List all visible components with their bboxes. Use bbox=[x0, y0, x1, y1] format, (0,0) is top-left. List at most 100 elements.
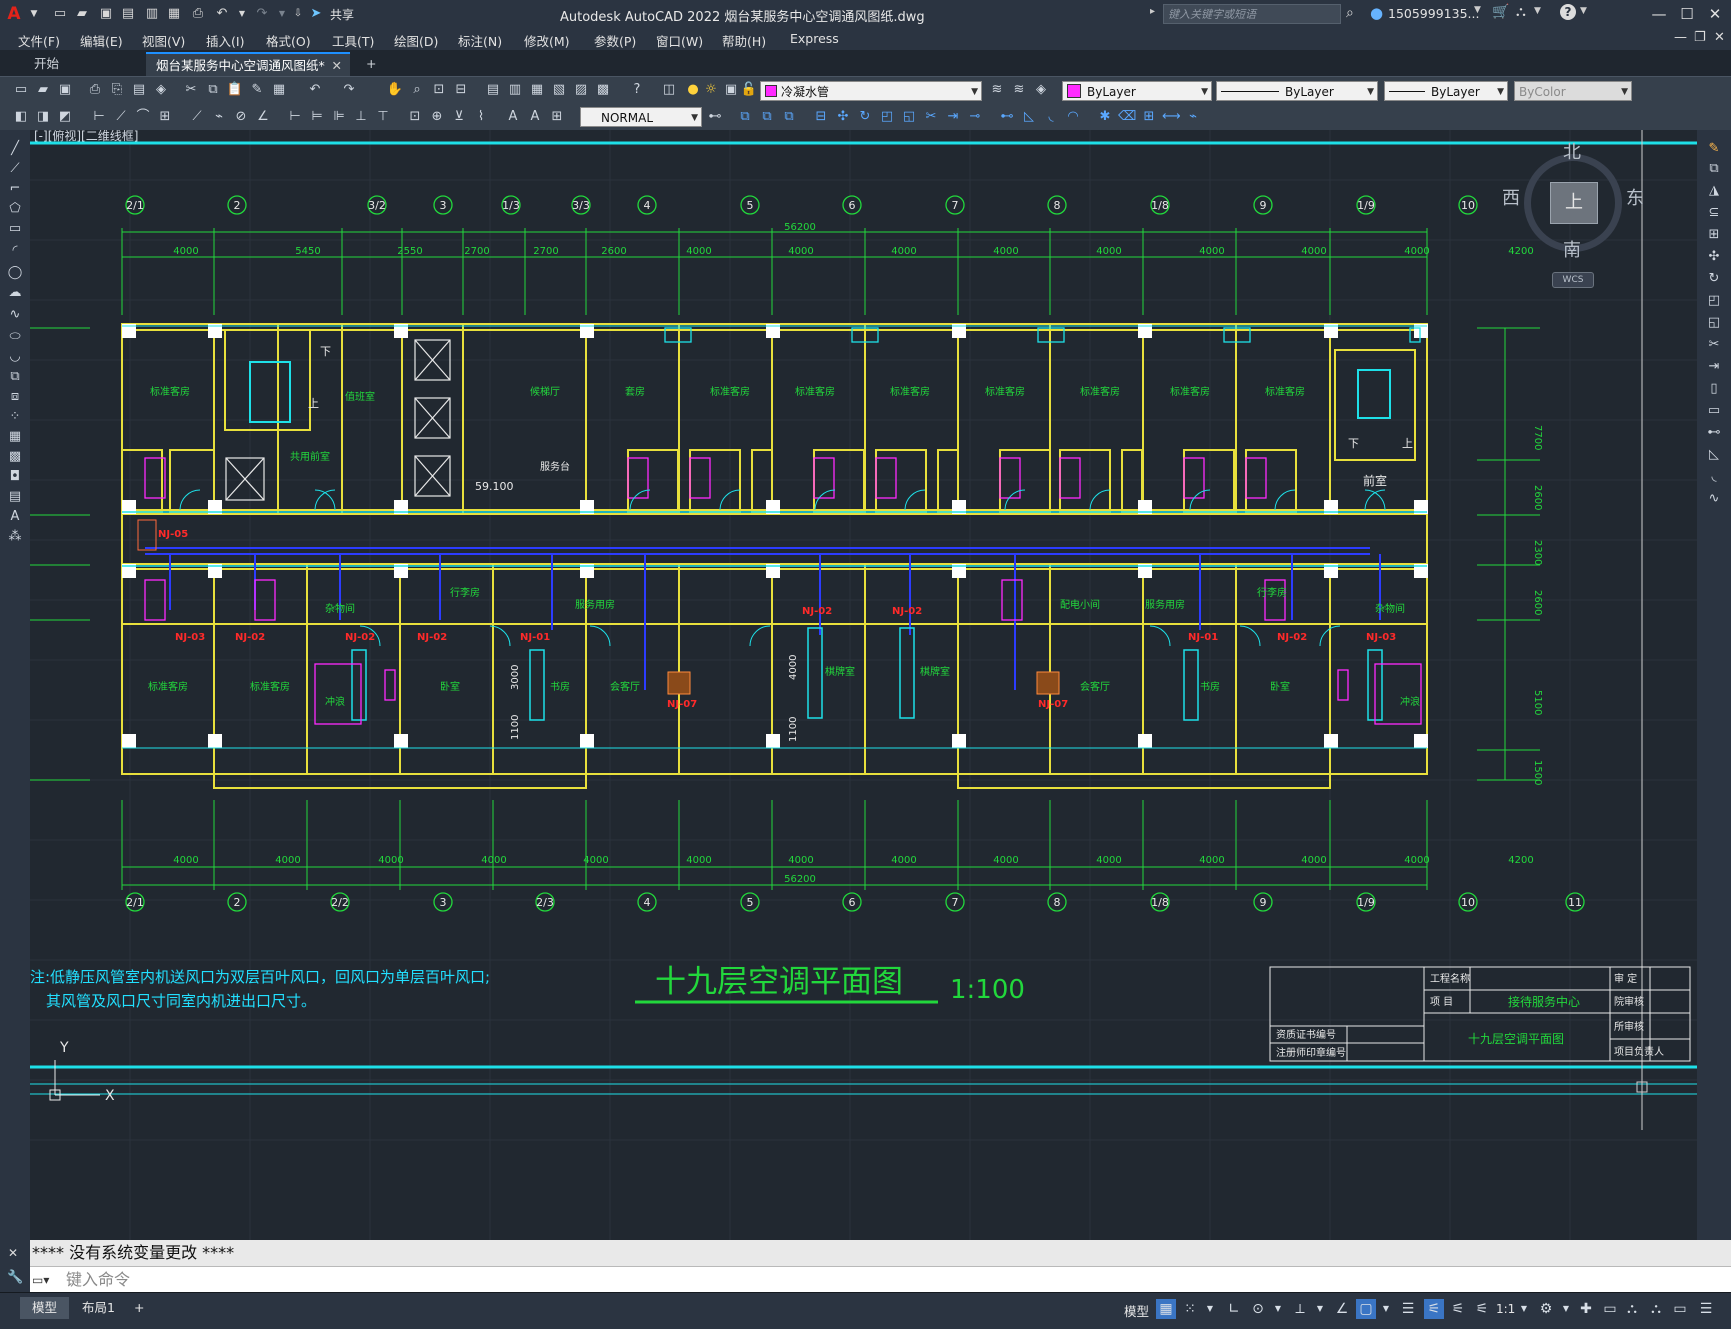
command-prompt-icon[interactable]: ▭▾ bbox=[32, 1267, 58, 1293]
add-selected-icon[interactable]: ⁂ bbox=[6, 528, 24, 546]
layer-lock-icon[interactable]: 🔓 bbox=[740, 81, 758, 99]
app-menu-chevron-icon[interactable]: ▼ bbox=[24, 4, 44, 24]
auto-scale-icon[interactable]: ⚟ bbox=[1448, 1299, 1468, 1319]
quickcalc-icon[interactable]: ▩ bbox=[594, 81, 612, 99]
menu-file[interactable]: 文件(F) bbox=[18, 31, 60, 50]
design-center-icon[interactable]: ▥ bbox=[506, 81, 524, 99]
cut-icon[interactable]: ✂ bbox=[182, 81, 200, 99]
search-input[interactable]: 键入关键字或短语 bbox=[1163, 4, 1341, 24]
model-space-toggle[interactable]: 模型 bbox=[1124, 1301, 1149, 1320]
dim-update-icon[interactable]: ◧ bbox=[12, 108, 30, 126]
plotstyle-dropdown[interactable]: ByColor ▼ bbox=[1514, 81, 1632, 101]
hatch-icon[interactable]: ▦ bbox=[6, 428, 24, 446]
line-icon[interactable]: ╱ bbox=[6, 140, 24, 158]
jogged-dim-icon[interactable]: ⌁ bbox=[210, 108, 228, 126]
command-close-icon[interactable]: ✕ bbox=[8, 1246, 18, 1260]
angular-dim-icon[interactable]: ∠ bbox=[254, 108, 272, 126]
scale-icon[interactable]: ◰ bbox=[878, 108, 896, 126]
minimize-button[interactable]: — bbox=[1646, 2, 1672, 26]
explode-icon[interactable]: ✱ bbox=[1096, 108, 1114, 126]
tab-model[interactable]: 模型 bbox=[20, 1297, 70, 1319]
mirror-icon[interactable]: ⧉ bbox=[758, 108, 776, 126]
block-editor-icon[interactable]: ▦ bbox=[270, 81, 288, 99]
command-input[interactable]: 键入命令 bbox=[66, 1267, 130, 1293]
search-icon[interactable]: ⌕ bbox=[1346, 5, 1354, 21]
object-snap-icon[interactable]: ▢ bbox=[1356, 1299, 1376, 1319]
offset-icon-right[interactable]: ⊆ bbox=[1705, 204, 1723, 222]
polar-dropdown-icon[interactable]: ▼ bbox=[1268, 1299, 1288, 1319]
dim-text-edit-icon[interactable]: A bbox=[526, 108, 544, 126]
polar-tracking-icon[interactable]: ⊙ bbox=[1248, 1299, 1268, 1319]
dim-space-icon[interactable]: ⊥ bbox=[352, 108, 370, 126]
align-icon[interactable]: ⊞ bbox=[1140, 108, 1158, 126]
ortho-icon[interactable]: ∟ bbox=[1224, 1299, 1244, 1319]
extend-icon[interactable]: ⇥ bbox=[944, 108, 962, 126]
units-icon[interactable]: ▭ bbox=[1600, 1299, 1620, 1319]
command-line[interactable]: ▭▾ 键入命令 bbox=[30, 1266, 1731, 1292]
polygon-icon[interactable]: ⬠ bbox=[6, 200, 24, 218]
trim-icon[interactable]: ✂ bbox=[922, 108, 940, 126]
linetype-dropdown[interactable]: ByLayer ▼ bbox=[1216, 81, 1378, 101]
tolerance-icon[interactable]: ⊡ bbox=[406, 108, 424, 126]
join-icon-right[interactable]: ⊷ bbox=[1705, 424, 1723, 442]
osnap-dropdown-icon[interactable]: ▼ bbox=[1376, 1299, 1396, 1319]
chamfer-icon-right[interactable]: ◺ bbox=[1705, 446, 1723, 464]
erase-icon-right[interactable]: ✎ bbox=[1705, 140, 1723, 158]
center-mark-icon[interactable]: ⊕ bbox=[428, 108, 446, 126]
copy-icon[interactable]: ⧉ bbox=[204, 81, 222, 99]
undo-icon-tb[interactable]: ↶ bbox=[306, 81, 324, 99]
linear-dim-icon[interactable]: ⊢ bbox=[90, 108, 108, 126]
add-layout-button[interactable]: + bbox=[122, 1297, 156, 1319]
workspace-gear-icon[interactable]: ⚙ bbox=[1536, 1299, 1556, 1319]
spline-icon[interactable]: ∿ bbox=[6, 306, 24, 324]
wcs-menu-button[interactable]: WCS bbox=[1552, 272, 1594, 288]
annotation-visibility-icon[interactable]: ⚟ bbox=[1424, 1299, 1444, 1319]
dimstyle-dropdown[interactable]: NORMAL ▼ bbox=[580, 107, 702, 127]
break-icon[interactable]: ⊸ bbox=[966, 108, 984, 126]
open-web-icon[interactable]: ▥ bbox=[142, 4, 162, 24]
help-icon-tb[interactable]: ? bbox=[628, 81, 646, 99]
customization-menu-icon[interactable]: ☰ bbox=[1696, 1299, 1716, 1319]
chamfer-icon[interactable]: ◺ bbox=[1020, 108, 1038, 126]
break-icon-right[interactable]: ▭ bbox=[1705, 402, 1723, 420]
inspect-icon[interactable]: ⊻ bbox=[450, 108, 468, 126]
snap-mode-icon[interactable]: ⁙ bbox=[1180, 1299, 1200, 1319]
compass-south[interactable]: 南 bbox=[1563, 236, 1581, 262]
paste-icon[interactable]: 📋 bbox=[226, 81, 244, 99]
color-dropdown[interactable]: ByLayer ▼ bbox=[1062, 81, 1212, 101]
save-web-icon[interactable]: ▦ bbox=[164, 4, 184, 24]
save-icon[interactable]: ▣ bbox=[96, 4, 116, 24]
app-dropdown-icon[interactable]: ▼ bbox=[1534, 6, 1541, 16]
share-icon[interactable]: ➤ bbox=[306, 4, 326, 24]
maximize-button[interactable]: ☐ bbox=[1674, 2, 1700, 26]
scale-icon-right[interactable]: ◰ bbox=[1705, 292, 1723, 310]
cart-icon[interactable]: 🛒 bbox=[1492, 4, 1509, 20]
menu-parametric[interactable]: 参数(P) bbox=[594, 31, 636, 50]
menu-help[interactable]: 帮助(H) bbox=[722, 31, 766, 50]
lengthen-icon[interactable]: ⟷ bbox=[1162, 108, 1181, 126]
move-icon[interactable]: ✣ bbox=[834, 108, 852, 126]
diameter-dim-icon[interactable]: ⊘ bbox=[232, 108, 250, 126]
menu-draw[interactable]: 绘图(D) bbox=[394, 31, 438, 50]
match-properties-icon[interactable]: ✎ bbox=[248, 81, 266, 99]
menu-insert[interactable]: 插入(I) bbox=[206, 31, 244, 50]
array-icon[interactable]: ⊟ bbox=[812, 108, 830, 126]
offset-icon[interactable]: ⧉ bbox=[780, 108, 798, 126]
menu-view[interactable]: 视图(V) bbox=[142, 31, 185, 50]
construction-line-icon[interactable]: ⟋ bbox=[6, 160, 24, 178]
mtext-icon[interactable]: A bbox=[6, 508, 24, 526]
compass-west[interactable]: 西 bbox=[1502, 184, 1520, 210]
snap-dropdown-icon[interactable]: ▼ bbox=[1200, 1299, 1220, 1319]
undo-dropdown-icon[interactable]: ▼ bbox=[232, 4, 252, 24]
erase-icon[interactable]: ⌫ bbox=[1118, 108, 1136, 126]
annotation-scale-icon[interactable]: ⚟ bbox=[1472, 1299, 1492, 1319]
stretch-icon-right[interactable]: ◱ bbox=[1705, 314, 1723, 332]
save-as-icon[interactable]: ▤ bbox=[118, 4, 138, 24]
plot-preview-icon[interactable]: ⎘ bbox=[108, 81, 126, 99]
trim-icon-right[interactable]: ✂ bbox=[1705, 336, 1723, 354]
help-dropdown-icon[interactable]: ▼ bbox=[1580, 6, 1587, 16]
circle-icon[interactable]: ◯ bbox=[6, 264, 24, 282]
tab-start[interactable]: 开始 bbox=[24, 52, 144, 76]
table-icon[interactable]: ▤ bbox=[6, 488, 24, 506]
tab-drawing[interactable]: 烟台某服务中心空调通风图纸* ✕ bbox=[146, 52, 350, 76]
